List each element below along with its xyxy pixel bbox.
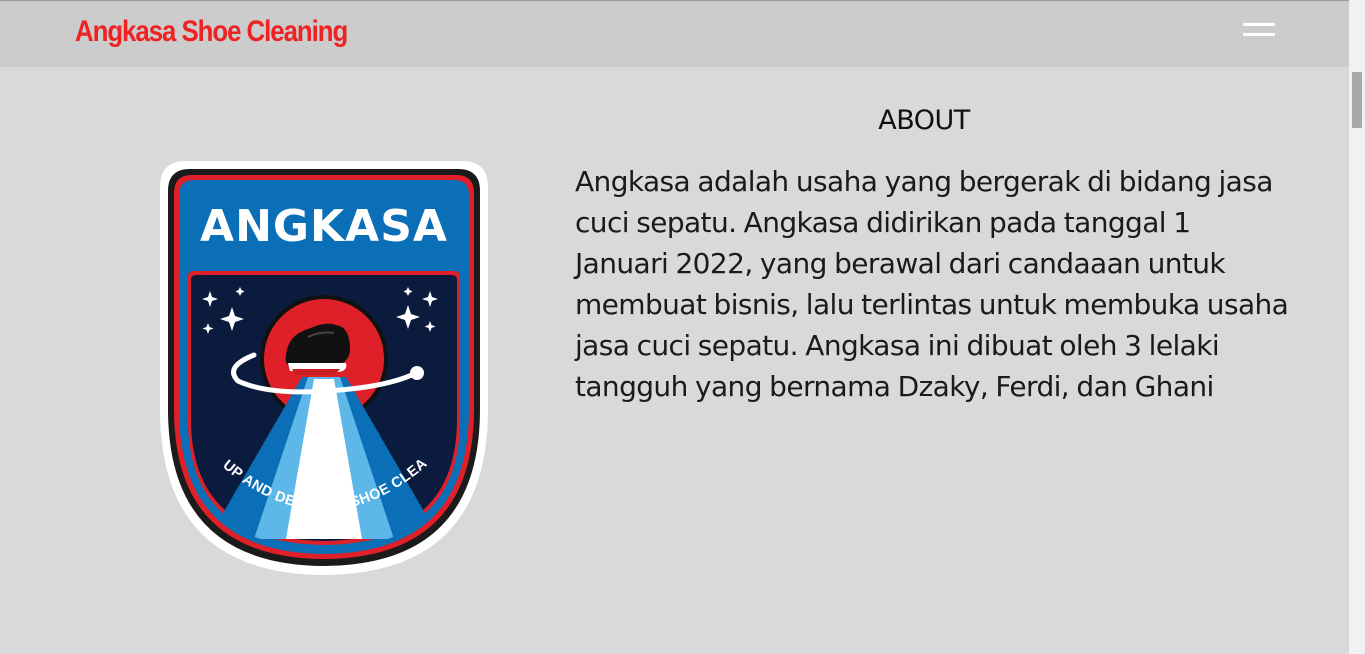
scrollbar-thumb[interactable] bbox=[1352, 72, 1362, 128]
about-title: ABOUT bbox=[878, 105, 970, 136]
brand-link[interactable]: Angkasa Shoe Cleaning bbox=[75, 15, 348, 49]
about-description: Angkasa adalah usaha yang bergerak di bi… bbox=[575, 165, 1289, 403]
logo-word: ANGKASA bbox=[200, 201, 448, 252]
navbar: Angkasa Shoe Cleaning bbox=[0, 1, 1349, 67]
hamburger-line-bottom bbox=[1243, 33, 1275, 36]
angkasa-logo: ANGKASA UP AND DELIVERY SHOE CLEA bbox=[158, 159, 488, 575]
page: Angkasa Shoe Cleaning ANGKASA UP AND DEL… bbox=[0, 0, 1349, 654]
hamburger-menu-icon[interactable] bbox=[1243, 21, 1275, 41]
hamburger-line-top bbox=[1243, 23, 1275, 26]
